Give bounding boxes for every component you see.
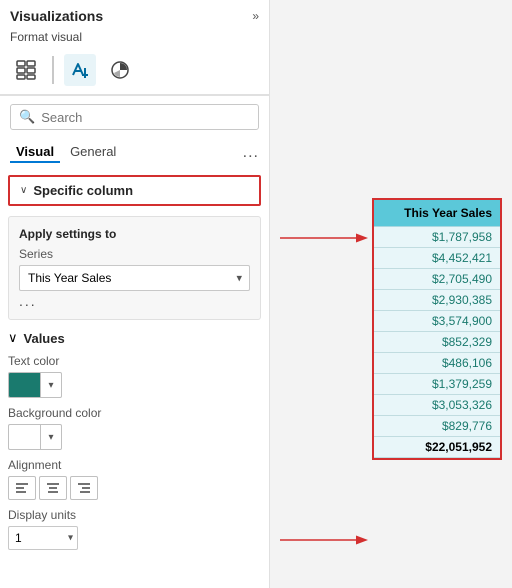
table-cell: $4,452,421 [374,248,500,269]
table-row: $2,705,490 [374,269,500,290]
search-box[interactable]: 🔍 [10,104,259,130]
display-units-dropdown[interactable]: 1 1000 1M 1B 1T [8,526,78,550]
align-right-button[interactable] [70,476,98,500]
series-dropdown-wrapper[interactable]: This Year Sales [19,265,250,291]
table-row: $1,787,958 [374,227,500,248]
values-title: Values [24,331,65,346]
bg-color-swatch[interactable] [8,424,40,450]
display-units-field: Display units 1 1000 1M 1B 1T [8,508,261,550]
table-cell: $829,776 [374,416,500,437]
background-color-label: Background color [8,406,261,420]
search-input[interactable] [41,110,250,125]
format-icon-button[interactable] [64,54,96,86]
table-cell-total: $22,051,952 [374,437,500,458]
text-color-dropdown[interactable]: ▾ [40,372,62,398]
table-row: $4,452,421 [374,248,500,269]
values-section: ∨ Values Text color ▾ Background color ▾… [8,330,261,550]
text-color-field: Text color ▾ [8,354,261,398]
display-units-dropdown-wrapper[interactable]: 1 1000 1M 1B 1T [8,526,78,550]
visualizations-panel: Visualizations » Format visual 🔍 Visual … [0,0,270,588]
table-row: $486,106 [374,353,500,374]
format-visual-label: Format visual [0,28,269,50]
values-chevron-icon: ∨ [8,330,18,346]
icon-divider [52,56,54,84]
apply-settings-title: Apply settings to [19,227,250,241]
display-units-label: Display units [8,508,261,522]
background-color-field: Background color ▾ [8,406,261,450]
table-row: $852,329 [374,332,500,353]
text-color-label: Text color [8,354,261,368]
table-icon-button[interactable] [10,54,42,86]
series-label: Series [19,247,250,261]
tabs-row: Visual General ... [0,138,269,169]
alignment-label: Alignment [8,458,261,472]
align-left-button[interactable] [8,476,36,500]
ellipsis: ... [19,291,250,311]
tabs-container: Visual General [10,142,122,163]
table-cell: $852,329 [374,332,500,353]
series-dropdown[interactable]: This Year Sales [19,265,250,291]
alignment-row [8,476,261,500]
align-center-button[interactable] [39,476,67,500]
panel-header: Visualizations » [0,0,269,28]
panel-expand-icon[interactable]: » [252,9,259,23]
table-row: $1,379,259 [374,374,500,395]
search-icon: 🔍 [19,109,35,125]
tab-general[interactable]: General [64,142,122,163]
table-cell: $3,053,326 [374,395,500,416]
text-color-swatch[interactable] [8,372,40,398]
table-row: $2,930,385 [374,290,500,311]
icon-toolbar [0,50,269,96]
table-cell: $1,379,259 [374,374,500,395]
table-cell: $3,574,900 [374,311,500,332]
alignment-field: Alignment [8,458,261,500]
table-container: This Year Sales $1,787,958 $4,452,421 $2… [372,198,502,460]
values-header[interactable]: ∨ Values [8,330,261,346]
data-table: This Year Sales $1,787,958 $4,452,421 $2… [372,198,502,460]
table-cell: $2,930,385 [374,290,500,311]
bg-color-dropdown[interactable]: ▾ [40,424,62,450]
table-row: $829,776 [374,416,500,437]
specific-column-label: Specific column [33,183,133,198]
section-chevron-icon: ∨ [20,185,27,196]
panel-title: Visualizations [10,8,103,24]
table-row: $3,574,900 [374,311,500,332]
table-row-total: $22,051,952 [374,437,500,458]
table-header: This Year Sales [374,200,500,227]
specific-column-section[interactable]: ∨ Specific column [8,175,261,206]
table-row: $3,053,326 [374,395,500,416]
more-options-button[interactable]: ... [243,144,259,162]
table-cell: $2,705,490 [374,269,500,290]
text-color-row: ▾ [8,372,261,398]
analytics-icon-button[interactable] [104,54,136,86]
table-cell: $1,787,958 [374,227,500,248]
tab-visual[interactable]: Visual [10,142,60,163]
bg-color-row: ▾ [8,424,261,450]
table-cell: $486,106 [374,353,500,374]
apply-settings-box: Apply settings to Series This Year Sales… [8,216,261,320]
right-panel: This Year Sales $1,787,958 $4,452,421 $2… [270,0,512,588]
